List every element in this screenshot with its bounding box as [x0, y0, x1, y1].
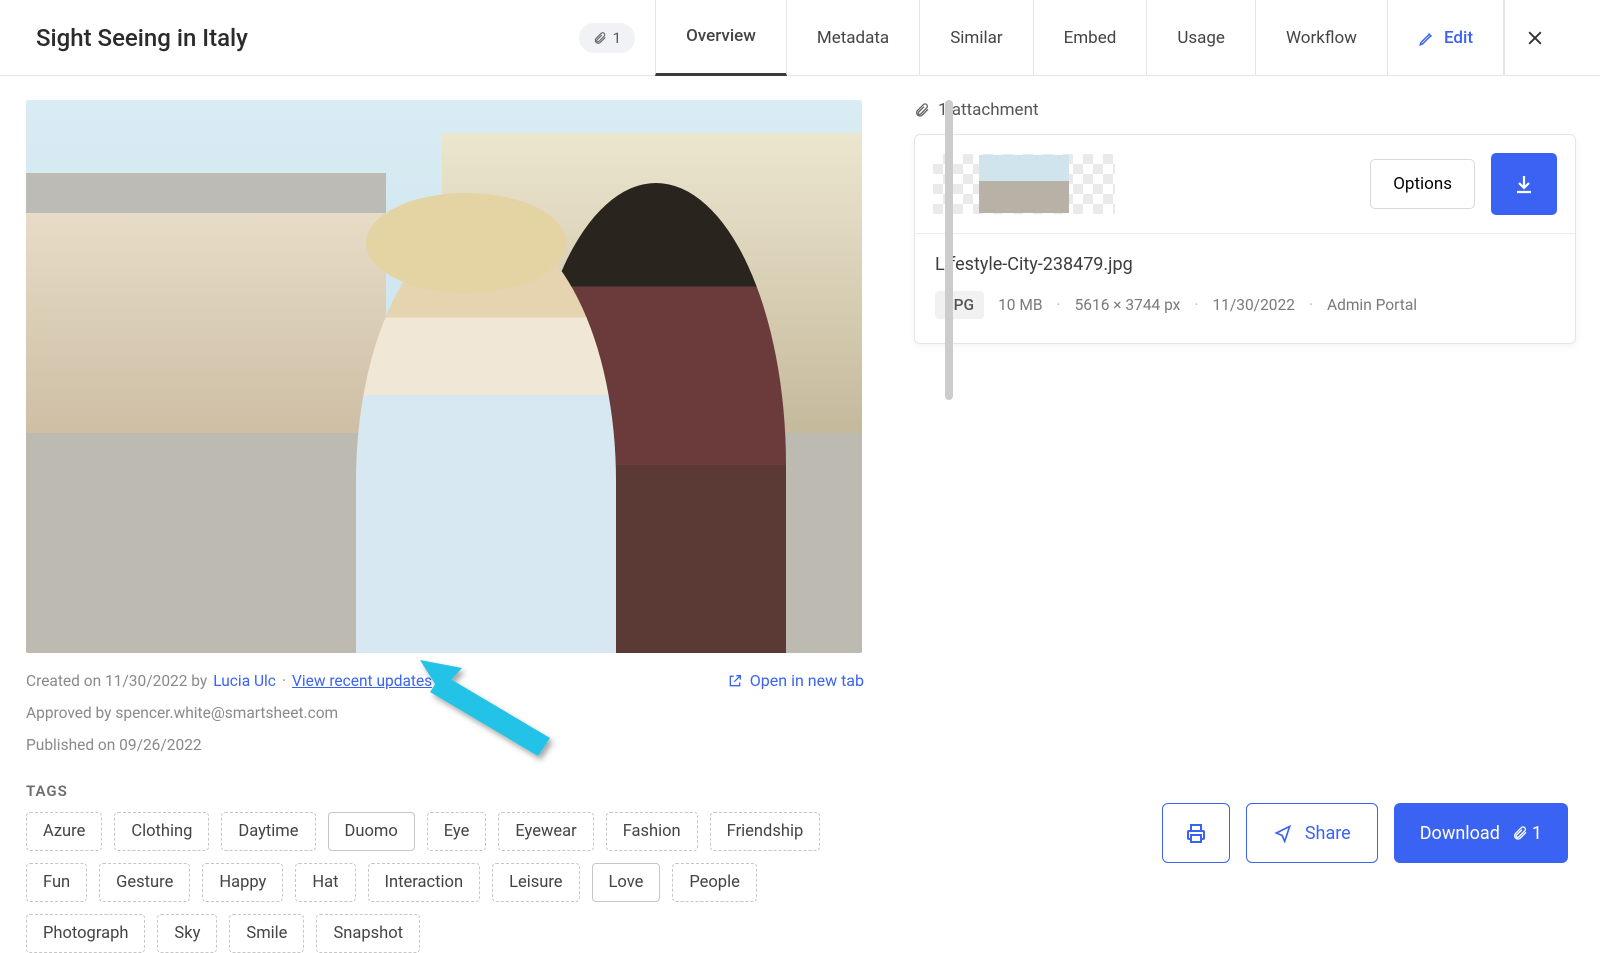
- share-icon: [1273, 823, 1293, 843]
- tags-container: Azure Clothing Daytime Duomo Eye Eyewear Fashi…: [26, 812, 864, 953]
- tab-workflow[interactable]: Workflow: [1256, 0, 1388, 76]
- tag-smile[interactable]: Smile: [229, 914, 304, 953]
- external-link-icon: [727, 673, 743, 689]
- tag-love[interactable]: Love: [592, 863, 661, 902]
- tab-edit-label: Edit: [1444, 28, 1473, 48]
- tab-similar[interactable]: Similar: [920, 0, 1033, 76]
- date-label: 11/30/2022: [1212, 296, 1294, 314]
- tag-photograph[interactable]: Photograph: [26, 914, 145, 953]
- print-icon: [1184, 821, 1208, 845]
- tab-metadata[interactable]: Metadata: [787, 0, 920, 76]
- tag-leisure[interactable]: Leisure: [492, 863, 579, 902]
- separator: ·: [1194, 296, 1198, 314]
- share-button[interactable]: Share: [1246, 803, 1378, 863]
- dimensions-label: 5616 × 3744 px: [1075, 296, 1181, 314]
- attachment-card: Options Lifestyle-City-238479.jpg JPG 10…: [914, 134, 1576, 344]
- download-label: Download: [1420, 823, 1500, 844]
- tab-overview[interactable]: Overview: [655, 0, 787, 76]
- tag-fun[interactable]: Fun: [26, 863, 87, 902]
- tag-fashion[interactable]: Fashion: [606, 812, 698, 851]
- paperclip-icon: [914, 102, 930, 118]
- tag-snapshot[interactable]: Snapshot: [316, 914, 420, 953]
- options-button[interactable]: Options: [1370, 159, 1475, 209]
- tab-embed[interactable]: Embed: [1034, 0, 1148, 76]
- download-button[interactable]: Download 1: [1394, 803, 1568, 863]
- paperclip-icon: [593, 31, 607, 45]
- tag-azure[interactable]: Azure: [26, 812, 102, 851]
- close-button[interactable]: [1504, 0, 1564, 76]
- attachment-filename: Lifestyle-City-238479.jpg: [935, 254, 1555, 275]
- print-button[interactable]: [1162, 803, 1230, 863]
- tag-happy[interactable]: Happy: [202, 863, 283, 902]
- page-title: Sight Seeing in Italy: [36, 24, 248, 52]
- pencil-icon: [1418, 29, 1436, 47]
- tag-people[interactable]: People: [672, 863, 757, 902]
- tag-sky[interactable]: Sky: [157, 914, 217, 953]
- tag-eyewear[interactable]: Eyewear: [498, 812, 593, 851]
- share-label: Share: [1305, 823, 1351, 844]
- portal-label: Admin Portal: [1327, 296, 1417, 314]
- tab-usage[interactable]: Usage: [1147, 0, 1256, 76]
- paperclip-icon: [1512, 825, 1528, 841]
- close-icon: [1525, 28, 1545, 48]
- separator: ·: [282, 672, 286, 690]
- asset-preview-image[interactable]: [26, 100, 862, 653]
- download-count: 1: [1532, 823, 1542, 844]
- attachment-thumbnail[interactable]: [933, 154, 1115, 214]
- tag-daytime[interactable]: Daytime: [221, 812, 315, 851]
- tab-edit[interactable]: Edit: [1388, 0, 1504, 76]
- tag-interaction[interactable]: Interaction: [368, 863, 481, 902]
- attachment-download-button[interactable]: [1491, 153, 1557, 215]
- tag-clothing[interactable]: Clothing: [114, 812, 209, 851]
- approved-by-label: Approved by spencer.white@smartsheet.com: [26, 704, 864, 722]
- tags-header: TAGS: [26, 782, 864, 800]
- filesize-label: 10 MB: [998, 296, 1042, 314]
- download-icon: [1512, 172, 1536, 196]
- tag-duomo[interactable]: Duomo: [328, 812, 415, 851]
- tag-eye[interactable]: Eye: [427, 812, 487, 851]
- created-label: Created on 11/30/2022 by: [26, 672, 207, 690]
- tag-gesture[interactable]: Gesture: [99, 863, 190, 902]
- open-new-tab-link[interactable]: Open in new tab: [727, 671, 864, 690]
- open-new-tab-label: Open in new tab: [750, 671, 864, 690]
- tag-friendship[interactable]: Friendship: [710, 812, 821, 851]
- separator: ·: [1057, 296, 1061, 314]
- filetype-badge: JPG: [935, 291, 984, 319]
- scrollbar[interactable]: [945, 100, 953, 400]
- attachments-header: 1 attachment: [938, 100, 1039, 120]
- tag-hat[interactable]: Hat: [295, 863, 355, 902]
- published-on-label: Published on 09/26/2022: [26, 736, 864, 754]
- author-link[interactable]: Lucia Ulc: [213, 672, 276, 690]
- separator: ·: [1309, 296, 1313, 314]
- attachment-count: 1: [613, 29, 621, 47]
- view-recent-updates-link[interactable]: View recent updates: [292, 672, 432, 690]
- attachment-count-pill[interactable]: 1: [579, 23, 635, 53]
